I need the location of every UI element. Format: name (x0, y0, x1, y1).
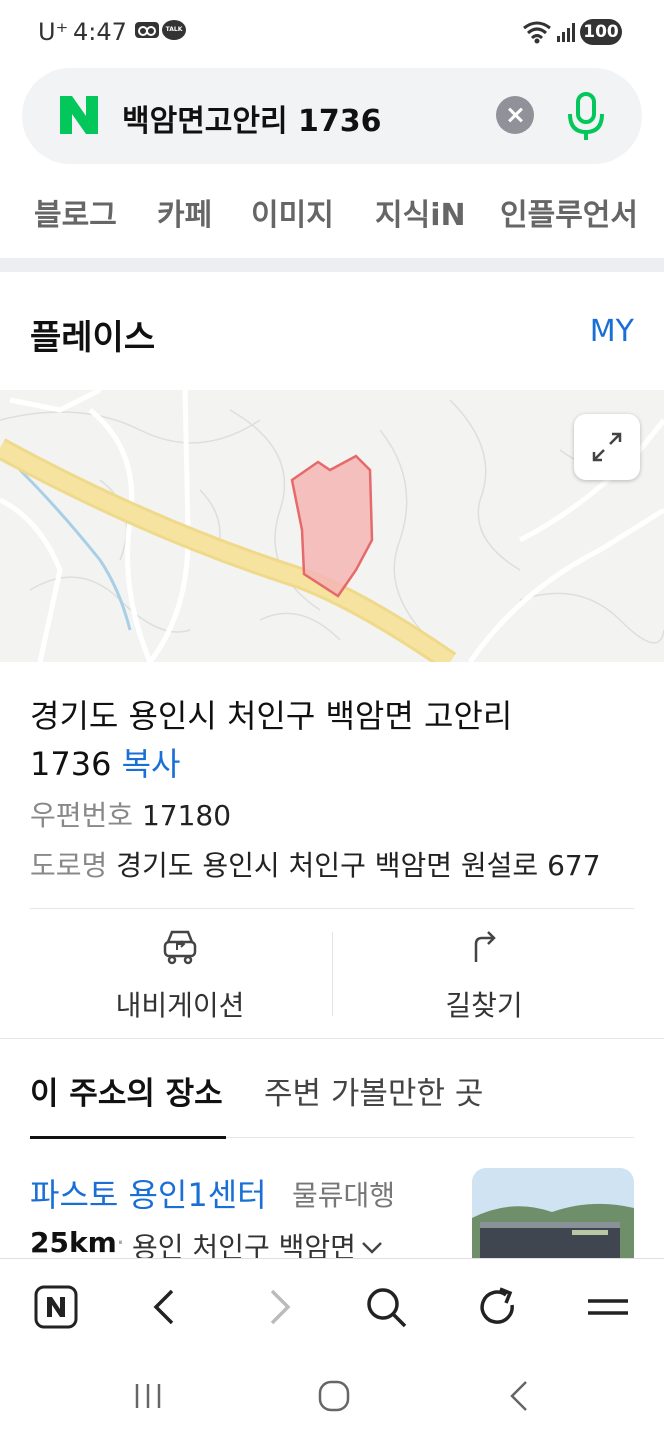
map-terrain (0, 390, 664, 662)
clear-search-icon[interactable] (496, 96, 534, 134)
recent-apps-icon[interactable] (128, 1376, 168, 1416)
status-bar: U⁺ 4:47 TALK 100 (0, 0, 664, 64)
directions-label: 길찾기 (445, 989, 523, 1022)
road-address-row: 도로명 경기도 용인시 처인구 백암면 원설로 677 (30, 844, 601, 884)
postal-code-row: 우편번호 17180 (30, 794, 231, 834)
action-divider (332, 932, 333, 1016)
warehouse-photo (472, 1168, 634, 1268)
status-time: 4:47 (73, 18, 127, 46)
road-label: 도로명 (30, 849, 108, 882)
browser-toolbar (0, 1258, 664, 1354)
wifi-icon (523, 21, 551, 44)
tab-places-at-address[interactable]: 이 주소의 장소 (30, 1068, 223, 1113)
naver-logo-icon[interactable] (58, 94, 100, 136)
result-category: 물류대행 (292, 1179, 396, 1212)
tab-influencer[interactable]: 인플루언서 (500, 190, 638, 234)
navigation-label: 내비게이션 (115, 989, 245, 1022)
voicemail-icon (135, 22, 159, 38)
result-place-name[interactable]: 파스토 용인1센터 (30, 1170, 267, 1216)
tab-baseline (226, 1137, 634, 1138)
copy-address-link[interactable]: 복사 (122, 745, 181, 783)
section-divider (0, 258, 664, 272)
navigation-button[interactable]: 내비게이션 (30, 926, 330, 1026)
carrier-label: U⁺ (38, 18, 69, 46)
tab-images[interactable]: 이미지 (251, 190, 334, 234)
naver-home-icon[interactable] (32, 1283, 80, 1331)
back-icon[interactable] (142, 1283, 190, 1331)
address-text: 경기도 용인시 처인구 백암면 고안리 (30, 697, 513, 735)
address-number: 1736 (30, 745, 112, 783)
system-navigation-bar (0, 1354, 664, 1440)
forward-icon[interactable] (254, 1283, 302, 1331)
tab-nearby-spots[interactable]: 주변 가볼만한 곳 (264, 1068, 483, 1113)
expand-icon (592, 432, 622, 462)
expand-map-button[interactable] (574, 414, 640, 480)
search-bar[interactable]: 백암면고안리 1736 (22, 68, 642, 164)
place-section-title: 플레이스 (30, 318, 156, 358)
battery-indicator: 100 (580, 19, 622, 45)
divider (30, 908, 634, 909)
refresh-icon[interactable] (474, 1283, 522, 1331)
result-separator: · (116, 1226, 125, 1259)
tab-cafe[interactable]: 카페 (157, 190, 212, 234)
microphone-icon[interactable] (560, 88, 612, 144)
chevron-down-icon (362, 1242, 382, 1254)
directions-arrow-icon (474, 931, 496, 962)
place-address: 경기도 용인시 처인구 백암면 고안리 1736 복사 (30, 692, 640, 788)
search-tabs: 블로그 카페 이미지 지식iN 인플루언서 (0, 190, 664, 240)
result-thumbnail[interactable] (472, 1168, 634, 1268)
tab-blog[interactable]: 블로그 (34, 190, 117, 234)
search-query[interactable]: 백암면고안리 1736 (122, 96, 382, 140)
signal-icon (557, 23, 575, 42)
divider (0, 1038, 664, 1039)
road-address: 경기도 용인시 처인구 백암면 원설로 677 (116, 849, 601, 882)
talk-icon: TALK (162, 20, 186, 40)
home-icon[interactable] (314, 1376, 354, 1416)
my-link[interactable]: MY (590, 314, 634, 349)
result-distance: 25km (30, 1226, 117, 1259)
search-icon[interactable] (362, 1283, 410, 1331)
menu-icon[interactable] (584, 1283, 632, 1331)
system-back-icon[interactable] (500, 1376, 540, 1416)
postal-code: 17180 (141, 799, 232, 832)
map-view[interactable] (0, 390, 664, 662)
postal-label: 우편번호 (30, 799, 134, 832)
car-navigation-icon (163, 930, 197, 965)
directions-button[interactable]: 길찾기 (334, 926, 634, 1026)
tab-kin[interactable]: 지식iN (375, 190, 466, 234)
active-tab-underline (30, 1136, 226, 1139)
